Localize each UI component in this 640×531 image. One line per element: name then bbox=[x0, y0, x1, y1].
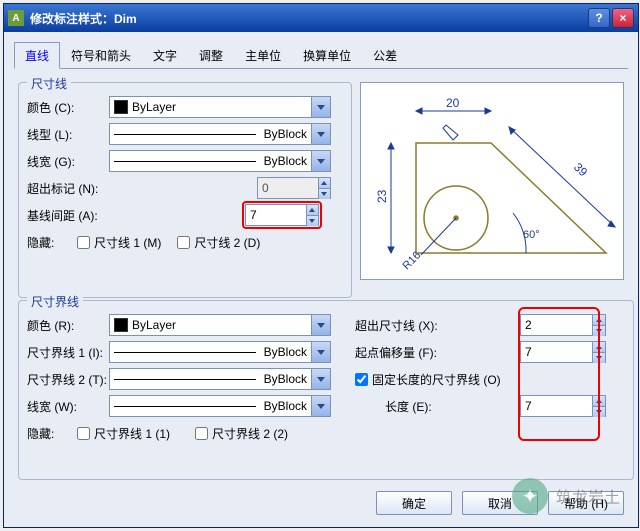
length-spinner[interactable] bbox=[520, 395, 606, 417]
tab-tol[interactable]: 公差 bbox=[362, 42, 408, 69]
check-dimline2[interactable]: 尺寸线 2 (D) bbox=[177, 234, 260, 251]
length-input[interactable] bbox=[521, 397, 592, 415]
svg-text:23: 23 bbox=[375, 189, 389, 203]
check-extline1[interactable]: 尺寸界线 1 (1) bbox=[77, 425, 170, 442]
offset-input[interactable] bbox=[521, 343, 592, 361]
extlt2-label: 尺寸界线 2 (T): bbox=[27, 371, 109, 388]
svg-text:20: 20 bbox=[446, 96, 460, 110]
check-dimline1[interactable]: 尺寸线 1 (M) bbox=[77, 234, 161, 251]
chevron-down-icon bbox=[311, 342, 330, 362]
check-extline2[interactable]: 尺寸界线 2 (2) bbox=[195, 425, 288, 442]
spin-up-icon[interactable] bbox=[593, 342, 605, 353]
linetype-label: 线型 (L): bbox=[27, 126, 109, 143]
svg-text:39: 39 bbox=[571, 160, 591, 180]
tab-symbols[interactable]: 符号和箭头 bbox=[60, 42, 142, 69]
chevron-down-icon bbox=[311, 124, 330, 144]
spin-up-icon[interactable] bbox=[593, 396, 605, 407]
linetype-value: ByBlock bbox=[264, 127, 307, 141]
chevron-down-icon bbox=[311, 396, 330, 416]
extlt1-combo[interactable]: ByBlock bbox=[109, 341, 331, 363]
spin-down-icon[interactable] bbox=[307, 216, 318, 226]
dimstyle-preview: 20 23 39 R16 60° bbox=[360, 82, 624, 280]
svg-text:60°: 60° bbox=[523, 229, 540, 241]
chevron-down-icon bbox=[311, 315, 330, 335]
legend-dimlines: 尺寸线 bbox=[27, 75, 71, 92]
swatch-icon bbox=[114, 100, 128, 114]
lineweight-label: 线宽 (G): bbox=[27, 153, 109, 170]
ok-button[interactable]: 确定 bbox=[376, 491, 452, 515]
hide-label: 隐藏: bbox=[27, 234, 77, 251]
tab-alt[interactable]: 换算单位 bbox=[292, 42, 362, 69]
check-fixedlen[interactable]: 固定长度的尺寸界线 (O) bbox=[355, 371, 501, 388]
extlt2-combo[interactable]: ByBlock bbox=[109, 368, 331, 390]
tab-line[interactable]: 直线 bbox=[14, 42, 60, 69]
length-label: 长度 (E): bbox=[385, 398, 465, 415]
extticks-input bbox=[258, 179, 318, 197]
basespacing-label: 基线间距 (A): bbox=[27, 207, 187, 224]
basespacing-input[interactable] bbox=[246, 206, 306, 224]
chevron-down-icon bbox=[311, 369, 330, 389]
color-combo[interactable]: ByLayer bbox=[109, 96, 331, 118]
tab-primary[interactable]: 主单位 bbox=[234, 42, 292, 69]
fieldset-dimlines: 尺寸线 颜色 (C): ByLayer 线型 (L): ByBlock 线宽 (… bbox=[18, 82, 352, 298]
line-icon bbox=[114, 352, 256, 353]
help-button[interactable]: ? bbox=[588, 8, 610, 28]
color-value: ByLayer bbox=[132, 100, 176, 114]
chevron-down-icon bbox=[311, 97, 330, 117]
line-icon bbox=[114, 379, 256, 380]
color-label: 颜色 (C): bbox=[27, 99, 109, 116]
lineweight-combo[interactable]: ByBlock bbox=[109, 150, 331, 172]
spin-down-icon[interactable] bbox=[593, 326, 605, 336]
watermark: ✦ 筑龙岩土 bbox=[512, 478, 620, 514]
line-icon bbox=[114, 161, 256, 162]
extlw-combo[interactable]: ByBlock bbox=[109, 395, 331, 417]
extbeyond-spinner[interactable] bbox=[520, 314, 606, 336]
lineweight-value: ByBlock bbox=[264, 154, 307, 168]
wechat-icon: ✦ bbox=[512, 478, 548, 514]
fieldset-extlines: 尺寸界线 颜色 (R): ByLayer 尺寸界线 1 (I): ByBlock… bbox=[18, 300, 634, 480]
highlight-red bbox=[242, 201, 322, 229]
legend-extlines: 尺寸界线 bbox=[27, 293, 83, 310]
spin-up-icon[interactable] bbox=[307, 205, 318, 216]
extlt1-label: 尺寸界线 1 (I): bbox=[27, 344, 109, 361]
extlw-label: 线宽 (W): bbox=[27, 398, 109, 415]
linetype-combo[interactable]: ByBlock bbox=[109, 123, 331, 145]
exthide-label: 隐藏: bbox=[27, 425, 77, 442]
close-button[interactable]: × bbox=[612, 8, 634, 28]
extticks-spinner bbox=[257, 177, 331, 199]
extbeyond-label: 超出尺寸线 (X): bbox=[355, 317, 465, 334]
chevron-down-icon bbox=[311, 151, 330, 171]
titlebar: A 修改标注样式：Dim ? × bbox=[4, 4, 638, 32]
offset-spinner[interactable] bbox=[520, 341, 606, 363]
spin-up-icon[interactable] bbox=[593, 315, 605, 326]
tab-strip: 直线 符号和箭头 文字 调整 主单位 换算单位 公差 bbox=[14, 42, 628, 69]
line-icon bbox=[114, 134, 256, 135]
swatch-icon bbox=[114, 318, 128, 332]
offset-label: 起点偏移量 (F): bbox=[355, 344, 465, 361]
dialog-title: 修改标注样式：Dim bbox=[30, 10, 588, 27]
extbeyond-input[interactable] bbox=[521, 316, 592, 334]
app-icon: A bbox=[8, 10, 24, 26]
extcolor-label: 颜色 (R): bbox=[27, 317, 109, 334]
spin-down-icon[interactable] bbox=[593, 407, 605, 417]
line-icon bbox=[114, 406, 256, 407]
tab-text[interactable]: 文字 bbox=[142, 42, 188, 69]
basespacing-spinner[interactable] bbox=[245, 204, 319, 226]
spin-down-icon[interactable] bbox=[593, 353, 605, 363]
extticks-label: 超出标记 (N): bbox=[27, 180, 187, 197]
tab-fit[interactable]: 调整 bbox=[188, 42, 234, 69]
extcolor-combo[interactable]: ByLayer bbox=[109, 314, 331, 336]
